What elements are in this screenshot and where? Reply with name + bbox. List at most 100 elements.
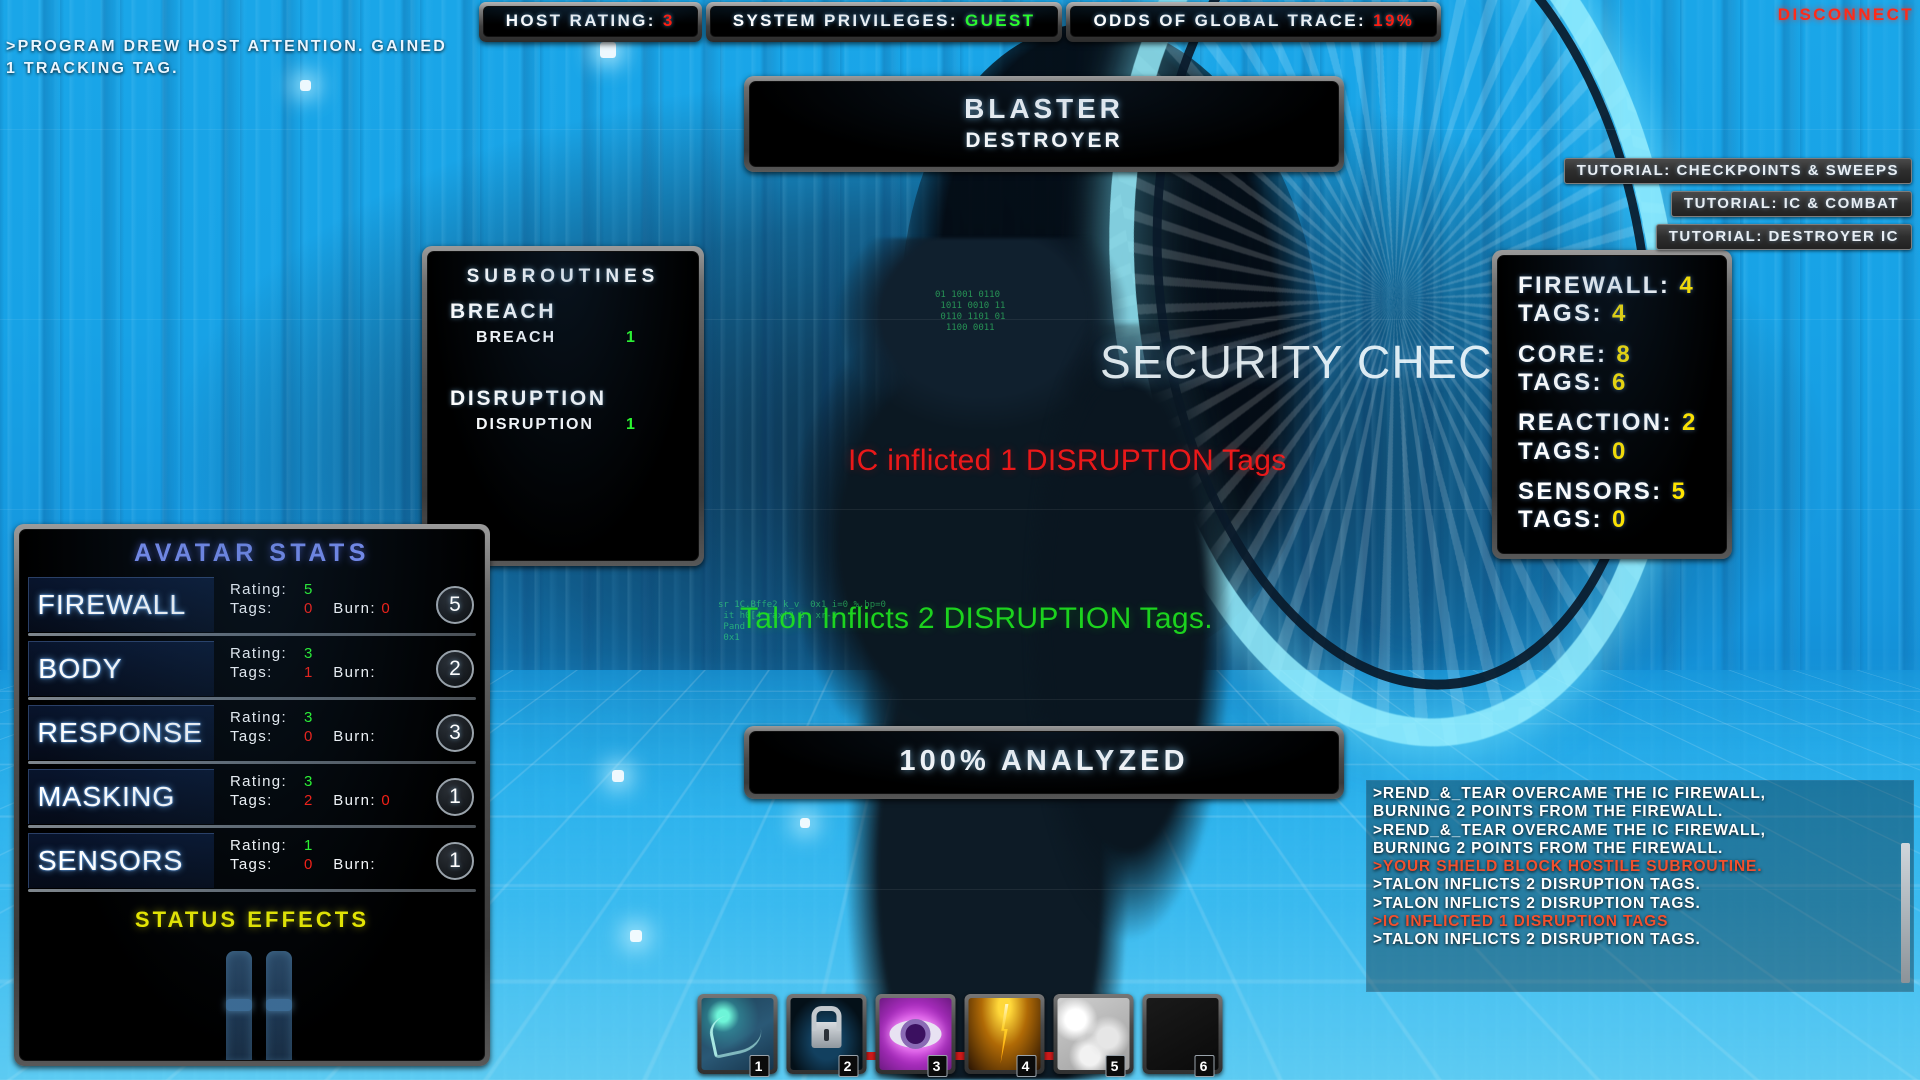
- avatar-joint: [266, 999, 292, 1011]
- subroutine-row[interactable]: Breach 1: [428, 324, 698, 347]
- tags-value: 0: [304, 728, 314, 745]
- subroutine-group-breach: Breach Breach 1: [428, 300, 698, 347]
- tutorial-destroyer-ic-button[interactable]: Tutorial: Destroyer IC: [1656, 224, 1912, 250]
- hotbar-slot-1[interactable]: 1: [698, 994, 778, 1074]
- tags-label: Tags:: [230, 792, 304, 811]
- spacer: [1498, 329, 1726, 341]
- row-divider: [28, 697, 476, 700]
- ic-reaction-tags-line: Tags: 0: [1498, 438, 1726, 466]
- stat-name-box: BODY: [28, 641, 214, 696]
- ic-sensors-line: Sensors: 5: [1498, 478, 1726, 506]
- rating-value: 3: [304, 773, 314, 790]
- rating-value: 5: [304, 581, 314, 598]
- avatar-stat-row-sensors[interactable]: SENSORS Rating: 1 Tags: 0 Burn: 1: [20, 833, 484, 888]
- tutorial-ic-combat-button[interactable]: Tutorial: IC & Combat: [1671, 191, 1912, 217]
- hotbar-slot-5[interactable]: 5: [1054, 994, 1134, 1074]
- enemy-nameplate: Blaster Destroyer: [744, 76, 1344, 172]
- combat-log-line: >Your shield block hostile subroutine.: [1373, 858, 1903, 876]
- hotbar-slot-2[interactable]: 2: [787, 994, 867, 1074]
- tutorial-button-group: Tutorial: Checkpoints & Sweeps Tutorial:…: [1564, 158, 1912, 250]
- subroutines-panel: Subroutines Breach Breach 1 Disruption D…: [422, 246, 704, 566]
- enemy-type: Destroyer: [750, 129, 1338, 153]
- sparkle-icon: [800, 818, 810, 828]
- avatar-stat-row-response[interactable]: RESPONSE Rating: 3 Tags: 0 Burn: 3: [20, 705, 484, 760]
- tags-value: 0: [304, 856, 314, 873]
- subroutine-group-header: Breach: [428, 300, 698, 324]
- ic-core-value: 8: [1616, 341, 1632, 368]
- ic-core-line: Core: 8: [1498, 341, 1726, 369]
- row-divider: [28, 889, 476, 892]
- combat-log-panel[interactable]: >Rend_&_Tear overcame the IC Firewall, B…: [1366, 780, 1914, 992]
- tags-label: Tags:: [230, 728, 304, 747]
- system-privileges-value: Guest: [965, 11, 1035, 30]
- host-rating-value: 3: [663, 11, 675, 30]
- avatar-stat-row-body[interactable]: BODY Rating: 3 Tags: 1 Burn: 2: [20, 641, 484, 696]
- floating-combat-text-green: Talon Inflicts 2 DISRUPTION Tags.: [740, 602, 1213, 636]
- stat-name: SENSORS: [38, 845, 184, 877]
- status-chip-system-privileges: System Privileges: Guest: [706, 2, 1063, 42]
- rating-label: Rating:: [230, 773, 304, 792]
- stat-name-box: RESPONSE: [28, 705, 214, 760]
- hotbar-key-label: 4: [1017, 1055, 1037, 1077]
- row-divider: [28, 761, 476, 764]
- enemy-name: Blaster: [750, 93, 1338, 125]
- stat-circle-value: 5: [436, 586, 474, 624]
- combat-log-scrollbar[interactable]: [1901, 843, 1910, 983]
- subroutines-title: Subroutines: [428, 266, 698, 288]
- stat-name: FIREWALL: [38, 589, 187, 621]
- stat-name: MASKING: [38, 781, 176, 813]
- avatar-stat-row-firewall[interactable]: FIREWALL Rating: 5 Tags: 0 Burn: 0 5: [20, 577, 484, 632]
- ic-firewall-line: Firewall: 4: [1498, 272, 1726, 300]
- burn-value: 0: [381, 600, 391, 617]
- rating-value: 3: [304, 709, 314, 726]
- combat-log-line: >Talon Inflicts 2 DISRUPTION Tags.: [1373, 876, 1903, 894]
- stat-name: BODY: [38, 653, 122, 685]
- notification-line-2: 1 Tracking TAG.: [6, 58, 526, 80]
- stat-name: RESPONSE: [37, 717, 203, 749]
- avatar-portrait: [20, 939, 484, 1061]
- subroutine-group-header: Disruption: [428, 387, 698, 411]
- stat-circle-value: 3: [436, 714, 474, 752]
- top-status-bar: HOST Rating: 3 System Privileges: Guest …: [0, 2, 1920, 44]
- ability-hotbar: 1 2 3 4 5 6: [698, 994, 1223, 1074]
- sparkle-icon: [630, 930, 642, 942]
- ic-core-label: Core:: [1518, 341, 1607, 368]
- subroutine-group-disruption: Disruption Disruption 1: [428, 387, 698, 434]
- subroutine-name: Disruption: [476, 416, 626, 434]
- enemy-silhouette-secondary: [998, 324, 1258, 1058]
- subroutine-name: Breach: [476, 329, 626, 347]
- burn-label: Burn:: [333, 792, 376, 809]
- status-effects-label: Status Effects: [20, 897, 484, 939]
- combat-log-line: BURNING 2 points from the Firewall.: [1373, 840, 1903, 858]
- row-divider: [28, 633, 476, 636]
- status-chip-host-rating: HOST Rating: 3: [479, 2, 702, 42]
- rating-value: 3: [304, 645, 314, 662]
- tags-label: Tags:: [230, 664, 304, 683]
- row-divider: [28, 825, 476, 828]
- hotbar-slot-4[interactable]: 4: [965, 994, 1045, 1074]
- burn-label: Burn:: [333, 728, 376, 745]
- tags-value: 2: [304, 792, 314, 809]
- stat-circle-value: 1: [436, 842, 474, 880]
- hotbar-slot-6[interactable]: 6: [1143, 994, 1223, 1074]
- rating-label: Rating:: [230, 581, 304, 600]
- subroutine-row[interactable]: Disruption 1: [428, 411, 698, 434]
- ic-sensors-tags-value: 0: [1612, 506, 1628, 533]
- ic-sensors-label: Sensors:: [1518, 478, 1663, 505]
- stat-circle-value: 1: [436, 778, 474, 816]
- hotbar-slot-3[interactable]: 3: [876, 994, 956, 1074]
- stat-circle-value: 2: [436, 650, 474, 688]
- rating-value: 1: [304, 837, 314, 854]
- disconnect-button[interactable]: Disconnect: [1778, 5, 1914, 25]
- spacer: [1498, 466, 1726, 478]
- status-chip-global-trace: Odds of Global Trace: 19%: [1066, 2, 1441, 42]
- global-trace-label: Odds of Global Trace:: [1093, 11, 1366, 30]
- spacer: [1498, 397, 1726, 409]
- burn-label: Burn:: [333, 600, 376, 617]
- burn-label: Burn:: [333, 664, 376, 681]
- ic-reaction-value: 2: [1682, 409, 1698, 436]
- avatar-stat-row-masking[interactable]: MASKING Rating: 3 Tags: 2 Burn: 0 1: [20, 769, 484, 824]
- avatar-stats-panel: Avatar Stats FIREWALL Rating: 5 Tags: 0 Bu…: [14, 524, 490, 1066]
- tutorial-checkpoints-sweeps-button[interactable]: Tutorial: Checkpoints & Sweeps: [1564, 158, 1912, 184]
- ic-sensors-tags-label: Tags:: [1518, 506, 1603, 533]
